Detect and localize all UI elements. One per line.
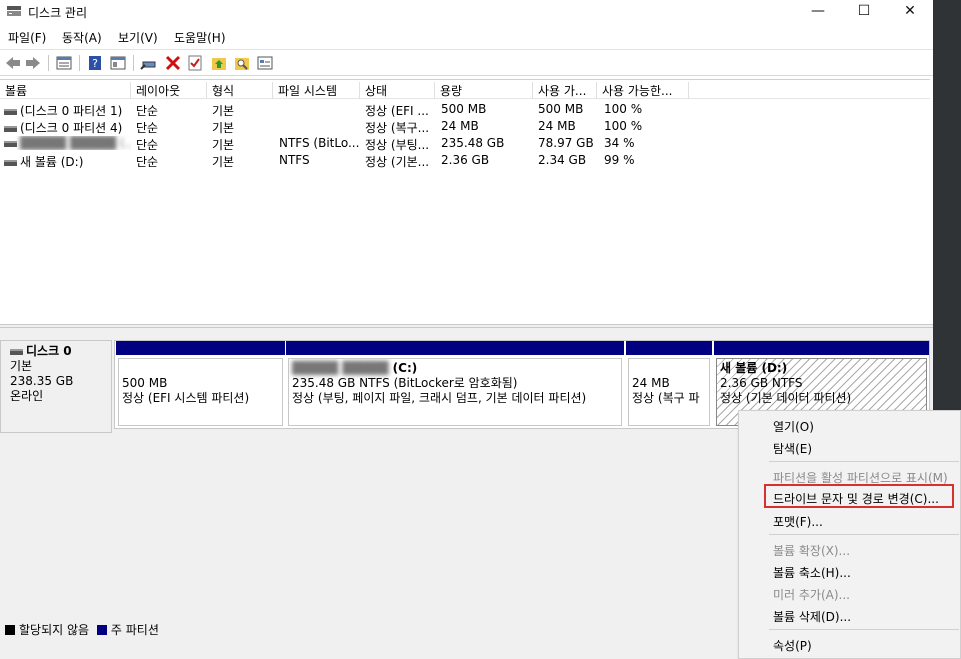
search-folder-icon[interactable] bbox=[233, 54, 251, 72]
volume-list: 볼륨 레이아웃 형식 파일 시스템 상태 용량 사용 가... 사용 가능한..… bbox=[0, 79, 930, 324]
column-percent-free[interactable]: 사용 가능한... bbox=[597, 82, 689, 99]
primary-partition-bar bbox=[116, 341, 285, 355]
title-bar: 디스크 관리 — ☐ ✕ bbox=[0, 0, 933, 24]
menu-bar: 파일(F) 동작(A) 보기(V) 도움말(H) bbox=[0, 26, 933, 48]
delete-icon[interactable] bbox=[164, 54, 182, 72]
table-row[interactable]: (디스크 0 파티션 1) 단순 기본 정상 (EFI ... 500 MB 5… bbox=[0, 101, 930, 118]
menu-view[interactable]: 보기(V) bbox=[118, 29, 158, 46]
graphical-view-icon[interactable] bbox=[256, 54, 274, 72]
menu-item-shrink[interactable]: 볼륨 축소(H)... bbox=[773, 564, 851, 581]
disk-management-icon bbox=[7, 6, 21, 16]
drive-icon bbox=[4, 140, 17, 147]
maximize-button[interactable]: ☐ bbox=[841, 0, 887, 24]
menu-action[interactable]: 동작(A) bbox=[62, 29, 102, 46]
menu-item-delete[interactable]: 볼륨 삭제(D)... bbox=[773, 608, 851, 625]
disk-status: 온라인 bbox=[10, 389, 44, 403]
menu-file[interactable]: 파일(F) bbox=[8, 29, 46, 46]
list-view-icon[interactable] bbox=[55, 54, 73, 72]
table-row[interactable]: █████ █████ (... 단순 기본 NTFS (BitLo... 정상… bbox=[0, 135, 930, 152]
primary-partition-bar bbox=[286, 341, 624, 355]
drive-icon bbox=[4, 125, 17, 132]
up-folder-icon[interactable] bbox=[210, 54, 228, 72]
unallocated-swatch bbox=[5, 625, 15, 635]
column-free-space[interactable]: 사용 가... bbox=[533, 82, 597, 99]
column-volume[interactable]: 볼륨 bbox=[0, 82, 131, 99]
table-row[interactable]: (디스크 0 파티션 4) 단순 기본 정상 (복구... 24 MB 24 M… bbox=[0, 118, 930, 135]
check-icon[interactable] bbox=[186, 54, 204, 72]
drive-icon bbox=[4, 108, 17, 115]
menu-item-properties[interactable]: 속성(P) bbox=[773, 637, 812, 654]
column-status[interactable]: 상태 bbox=[360, 82, 435, 99]
minimize-button[interactable]: — bbox=[795, 0, 841, 24]
window-title: 디스크 관리 bbox=[28, 6, 88, 20]
column-file-system[interactable]: 파일 시스템 bbox=[273, 82, 360, 99]
partition-recovery[interactable]: 24 MB 정상 (복구 파 bbox=[626, 341, 712, 428]
disk-size: 238.35 GB bbox=[10, 374, 74, 388]
menu-item-open[interactable]: 열기(O) bbox=[773, 418, 814, 435]
toolbar: ? bbox=[0, 49, 933, 76]
primary-swatch bbox=[96, 625, 107, 635]
drive-icon bbox=[4, 159, 17, 166]
menu-item-explore[interactable]: 탐색(E) bbox=[773, 440, 812, 457]
primary-partition-bar bbox=[626, 341, 712, 355]
table-row[interactable]: 새 볼륨 (D:) 단순 기본 NTFS 정상 (기본... 2.36 GB 2… bbox=[0, 152, 930, 169]
menu-help[interactable]: 도움말(H) bbox=[174, 29, 226, 46]
close-button[interactable]: ✕ bbox=[887, 0, 933, 24]
disk-icon bbox=[10, 348, 23, 355]
primary-partition-bar bbox=[714, 341, 929, 355]
partition-c[interactable]: █████ █████ (C:) 235.48 GB NTFS (BitLock… bbox=[286, 341, 624, 428]
column-type[interactable]: 형식 bbox=[207, 82, 273, 99]
properties-icon[interactable] bbox=[109, 54, 127, 72]
disk-type: 기본 bbox=[10, 359, 33, 373]
forward-arrow-icon[interactable] bbox=[24, 54, 42, 72]
menu-item-extend: 볼륨 확장(X)... bbox=[773, 544, 851, 558]
column-layout[interactable]: 레이아웃 bbox=[131, 82, 207, 99]
list-header: 볼륨 레이아웃 형식 파일 시스템 상태 용량 사용 가... 사용 가능한..… bbox=[0, 80, 930, 99]
connect-icon[interactable] bbox=[140, 54, 158, 72]
menu-item-change-drive-letter[interactable]: 드라이브 문자 및 경로 변경(C)... bbox=[773, 490, 939, 507]
back-arrow-icon[interactable] bbox=[4, 54, 22, 72]
context-menu: 열기(O) 탐색(E) 파티션을 활성 파티션으로 표시(M) 드라이브 문자 … bbox=[738, 410, 961, 659]
column-capacity[interactable]: 용량 bbox=[435, 82, 533, 99]
help-icon[interactable]: ? bbox=[86, 54, 104, 72]
menu-item-format[interactable]: 포맷(F)... bbox=[773, 513, 823, 530]
partition-efi[interactable]: 500 MB 정상 (EFI 시스템 파티션) bbox=[116, 341, 285, 428]
legend: 할당되지 않음 주 파티션 bbox=[5, 621, 159, 638]
menu-item-add-mirror: 미러 추가(A)... bbox=[773, 588, 850, 602]
disk-0-label[interactable]: 디스크 0 기본 238.35 GB 온라인 bbox=[0, 340, 112, 433]
svg-text:?: ? bbox=[92, 57, 98, 70]
